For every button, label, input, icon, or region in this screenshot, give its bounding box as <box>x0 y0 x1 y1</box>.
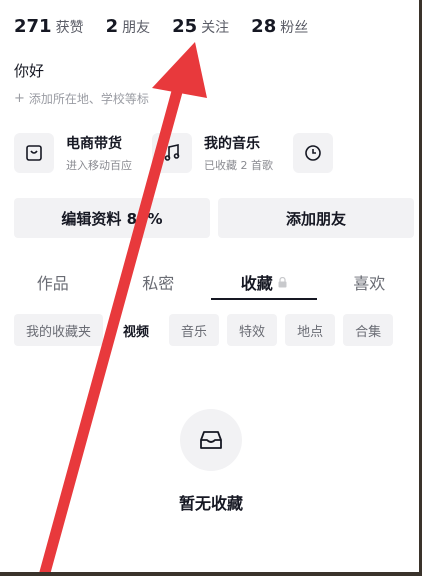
stat-likes-count: 271 <box>14 16 52 37</box>
annotation-arrow-head <box>152 42 207 98</box>
service-music-subtitle: 已收藏 2 首歌 <box>204 159 273 172</box>
tab-likes-label: 喜欢 <box>353 274 386 293</box>
stats-row: 271 获赞 2 朋友 25 关注 28 粉丝 <box>14 16 330 37</box>
clock-icon <box>293 133 333 173</box>
tab-likes[interactable]: 喜欢 <box>317 262 422 302</box>
favorites-filter-chips: 我的收藏夹 视频 音乐 特效 地点 合集 <box>14 314 401 346</box>
stat-followers-label: 粉丝 <box>280 20 309 36</box>
tab-works-label: 作品 <box>36 274 69 293</box>
stat-likes-label: 获赞 <box>55 20 84 36</box>
chip-videos[interactable]: 视频 <box>111 314 162 346</box>
content-tabs: 作品 私密 收藏 喜欢 <box>0 262 422 302</box>
stat-followers[interactable]: 28 粉丝 <box>251 16 308 37</box>
add-location-link[interactable]: + 添加所在地、学校等标 <box>14 90 149 107</box>
edit-profile-button[interactable]: 编辑资料 86% <box>14 198 210 238</box>
stat-friends-count: 2 <box>105 16 119 37</box>
shopping-bag-icon <box>14 133 54 173</box>
lock-icon <box>278 273 287 292</box>
services-row: 电商带货 进入移动百应 我的音乐 已收藏 2 首歌 <box>14 126 365 180</box>
stat-friends[interactable]: 2 朋友 <box>106 16 151 37</box>
stat-likes[interactable]: 271 获赞 <box>14 16 84 37</box>
service-history[interactable] <box>293 126 345 180</box>
stat-following-count: 25 <box>172 16 198 37</box>
chip-places[interactable]: 地点 <box>285 314 336 346</box>
tab-favorites[interactable]: 收藏 <box>211 262 317 302</box>
service-music[interactable]: 我的音乐 已收藏 2 首歌 <box>152 126 273 180</box>
music-note-icon <box>152 133 192 173</box>
frame-edge-bottom <box>0 572 422 576</box>
empty-state-text: 暂无收藏 <box>178 494 243 513</box>
profile-bio: 你好 <box>14 62 45 80</box>
service-ecommerce[interactable]: 电商带货 进入移动百应 <box>14 126 132 180</box>
add-location-label: 添加所在地、学校等标 <box>28 92 149 106</box>
chip-effects[interactable]: 特效 <box>227 314 278 346</box>
service-ecommerce-title: 电商带货 <box>66 136 122 152</box>
plus-icon: + <box>14 91 25 106</box>
stat-friends-label: 朋友 <box>122 20 151 36</box>
profile-actions: 编辑资料 86% 添加朋友 <box>14 198 414 238</box>
tab-works[interactable]: 作品 <box>0 262 106 302</box>
chip-collections[interactable]: 合集 <box>343 314 394 346</box>
tab-private-label: 私密 <box>142 274 175 293</box>
tab-private[interactable]: 私密 <box>106 262 212 302</box>
service-music-title: 我的音乐 <box>204 136 260 152</box>
chip-music[interactable]: 音乐 <box>169 314 220 346</box>
inbox-icon <box>180 409 242 471</box>
active-tab-indicator <box>211 298 317 300</box>
stat-following-label: 关注 <box>201 20 230 36</box>
stat-following[interactable]: 25 关注 <box>172 16 229 37</box>
stat-followers-count: 28 <box>251 16 277 37</box>
chip-my-folders[interactable]: 我的收藏夹 <box>14 314 104 346</box>
service-ecommerce-subtitle: 进入移动百应 <box>66 159 132 172</box>
tab-favorites-label: 收藏 <box>240 274 273 293</box>
add-friends-button[interactable]: 添加朋友 <box>218 198 414 238</box>
